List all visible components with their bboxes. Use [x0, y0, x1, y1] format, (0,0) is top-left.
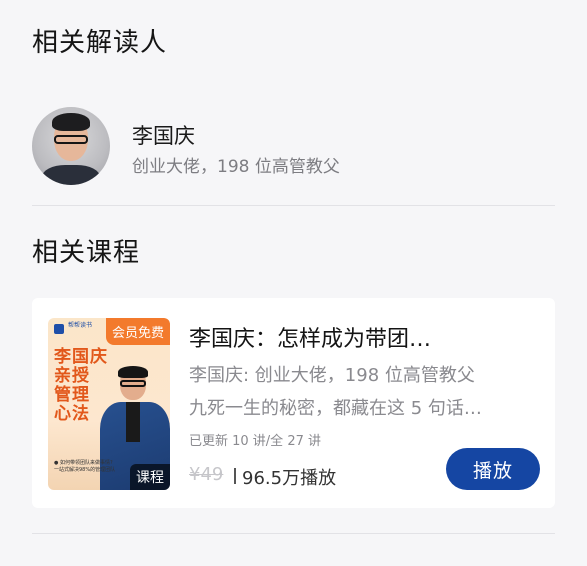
cover-bullets: ● 如何带领团队来做事情? 一站式解决98%的管理团队: [54, 460, 120, 474]
reader-description: 创业大佬，198 位高管教父: [132, 157, 340, 177]
price-separator: [234, 468, 236, 484]
reader-name: 李国庆: [132, 124, 195, 148]
vip-free-badge: 会员免费: [105, 318, 170, 345]
cover-person-glasses: [120, 380, 146, 387]
course-subtitle: 李国庆: 创业大佬，198 位高管教父: [189, 365, 475, 386]
play-count: 96.5万播放: [242, 468, 337, 489]
divider: [32, 533, 555, 534]
cover-bullet: 一站式解决98%的管理团队: [54, 467, 116, 473]
course-cover-image[interactable]: 帮帮读书 会员免费 李国庆 亲授 管理 心法 ● 如何带领团队来做事情? 一站式…: [48, 318, 170, 490]
avatar[interactable]: [32, 107, 110, 185]
divider: [32, 205, 555, 206]
related-courses-title: 相关课程: [32, 238, 141, 268]
play-button[interactable]: 播放: [446, 448, 540, 490]
reader-item[interactable]: 李国庆 创业大佬，198 位高管教父: [32, 107, 555, 185]
cover-person-shirt: [126, 402, 140, 442]
course-card[interactable]: 帮帮读书 会员免费 李国庆 亲授 管理 心法 ● 如何带领团队来做事情? 一站式…: [32, 298, 555, 508]
avatar-shirt: [42, 165, 100, 185]
course-type-badge: 课程: [130, 464, 170, 490]
avatar-glasses: [54, 135, 88, 144]
cover-logo-text: 帮帮读书: [68, 322, 93, 329]
cover-title-line: 李国庆: [54, 347, 108, 367]
avatar-hair: [52, 113, 90, 131]
cover-bullet: ● 如何带领团队来做事情?: [54, 460, 113, 466]
course-title[interactable]: 李国庆：怎样成为带团…: [189, 321, 539, 353]
cover-logo-icon: [54, 324, 64, 334]
related-readers-title: 相关解读人: [32, 28, 168, 58]
cover-person-hair: [118, 366, 148, 378]
course-subtitle: 九死一生的秘密，都藏在这 5 句话…: [189, 398, 482, 419]
original-price: ¥49: [189, 464, 224, 485]
course-update-status: 已更新 10 讲/全 27 讲: [189, 434, 321, 449]
